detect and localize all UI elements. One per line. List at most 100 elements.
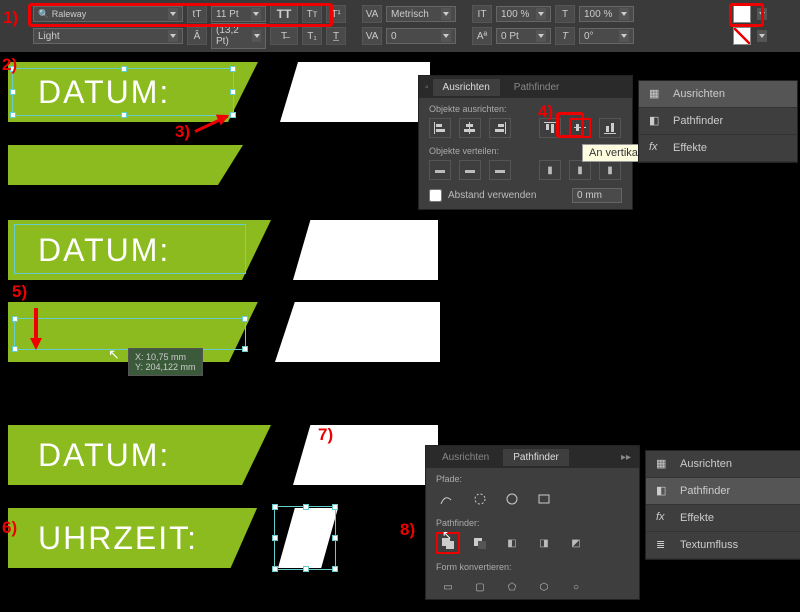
pf-tab-ausrichten[interactable]: Ausrichten (432, 449, 499, 466)
skew-dropdown[interactable]: 0° (579, 28, 634, 44)
shape-ellipse-icon[interactable]: ○ (564, 576, 588, 598)
stroke-swatch[interactable] (733, 27, 751, 45)
annotation-2: 2) (2, 55, 17, 75)
pf-tab-pathfinder[interactable]: Pathfinder (503, 449, 569, 466)
side2-textumfluss[interactable]: ≣Textumfluss (646, 532, 800, 559)
side2-pathfinder[interactable]: ◧Pathfinder (646, 478, 800, 505)
tab-ausrichten[interactable]: Ausrichten (433, 79, 500, 96)
baseline-value: 0 Pt (501, 31, 519, 42)
align-panel: ◦ Ausrichten Pathfinder Objekte ausricht… (418, 75, 633, 210)
coord-tooltip: X: 10,75 mm Y: 204,122 mm (128, 348, 203, 376)
kerning-dropdown[interactable]: Metrisch (386, 6, 456, 22)
leading-icon: Â (187, 27, 207, 45)
kerning-value: Metrisch (391, 9, 429, 20)
hscale-dropdown[interactable]: 100 % (579, 6, 634, 22)
tracking-dropdown[interactable]: 0 (386, 28, 456, 44)
strike-button[interactable]: T̶ (270, 27, 298, 45)
green-shape-4[interactable]: UHRZEIT: (8, 508, 273, 568)
pf-subtract-icon[interactable] (468, 532, 492, 554)
white-shape-3[interactable] (293, 425, 438, 485)
highlight-swatch (729, 3, 764, 27)
side-panel-1: ▦Ausrichten ◧Pathfinder fxEffekte (638, 80, 798, 163)
annotation-7: 7) (318, 425, 333, 445)
highlight-4 (556, 112, 584, 138)
path-reverse-icon[interactable] (532, 488, 556, 510)
shape-bevel-icon[interactable]: ⬠ (500, 576, 524, 598)
kerning-icon: VA (362, 5, 382, 23)
skew-value: 0° (584, 31, 594, 42)
vscale-dropdown[interactable]: 100 % (496, 6, 551, 22)
dist-left-icon[interactable]: ▮ (539, 160, 561, 180)
white-shape-1[interactable] (280, 62, 430, 122)
green-shape-3[interactable]: DATUM: (8, 425, 271, 485)
side-ausrichten[interactable]: ▦Ausrichten (639, 81, 797, 108)
font-weight-dropdown[interactable]: Light (33, 28, 183, 44)
pf-exclude-icon[interactable]: ◨ (532, 532, 556, 554)
shape-rect-icon[interactable]: ▭ (436, 576, 460, 598)
convert-shape-label: Form konvertieren: (436, 562, 629, 572)
pf-minus-back-icon[interactable]: ◩ (564, 532, 588, 554)
align-right-icon[interactable] (489, 118, 511, 138)
baseline-icon: Aª (472, 27, 492, 45)
vscale-icon: IT (472, 5, 492, 23)
hscale-value: 100 % (584, 9, 612, 20)
selection-frame-4[interactable] (274, 506, 336, 570)
annotation-4: 4) (538, 102, 553, 122)
dist-right-icon[interactable]: ▮ (599, 160, 621, 180)
align-objects-label: Objekte ausrichten: (429, 104, 622, 114)
tab-pathfinder[interactable]: Pathfinder (504, 79, 570, 96)
font-weight-value: Light (38, 31, 60, 42)
path-open-icon[interactable] (468, 488, 492, 510)
side-pathfinder[interactable]: ◧Pathfinder (639, 108, 797, 135)
side-effekte[interactable]: fxEffekte (639, 135, 797, 162)
pf-intersect-icon[interactable]: ◧ (500, 532, 524, 554)
annotation-6: 6) (2, 518, 17, 538)
tracking-value: 0 (391, 31, 397, 42)
dist-bottom-icon[interactable]: ▬ (489, 160, 511, 180)
coord-x: X: 10,75 mm (135, 352, 196, 362)
uhrzeit-text: UHRZEIT: (38, 520, 198, 557)
dist-vcenter-icon[interactable]: ▬ (459, 160, 481, 180)
highlight-1 (28, 3, 333, 27)
arrow-5 (30, 338, 42, 350)
hscale-icon: T (555, 5, 575, 23)
align-hcenter-icon[interactable] (459, 118, 481, 138)
use-spacing-checkbox[interactable] (429, 189, 442, 202)
spacing-value-input[interactable]: 0 mm (572, 188, 622, 203)
subscript-button[interactable]: T₁ (302, 27, 322, 45)
path-close-icon[interactable] (500, 488, 524, 510)
white-shape-2[interactable] (293, 220, 438, 280)
align-panel-tabs: ◦ Ausrichten Pathfinder (419, 76, 632, 98)
selection-frame-1[interactable] (12, 68, 234, 116)
cursor-icon: ↖ (108, 346, 120, 363)
annotation-3: 3) (175, 122, 190, 142)
underline-button[interactable]: T̲ (326, 27, 346, 45)
datum-text-3: DATUM: (38, 437, 170, 474)
shape-roundrect-icon[interactable]: ▢ (468, 576, 492, 598)
dist-hcenter-icon[interactable]: ▮ (569, 160, 591, 180)
side2-ausrichten[interactable]: ▦Ausrichten (646, 451, 800, 478)
path-join-icon[interactable] (436, 488, 460, 510)
panel-menu-icon[interactable]: ▸▸ (621, 452, 631, 463)
align-left-icon[interactable] (429, 118, 451, 138)
green-shape-1b[interactable] (8, 145, 258, 185)
cursor-icon-2: ↖ (442, 528, 452, 542)
shape-inverse-icon[interactable]: ⬡ (532, 576, 556, 598)
dist-top-icon[interactable]: ▬ (429, 160, 451, 180)
align-bottom-icon[interactable] (599, 118, 621, 138)
pf-tabs: Ausrichten Pathfinder ▸▸ (426, 446, 639, 468)
side-panel-2: ▦Ausrichten ◧Pathfinder fxEffekte ≣Textu… (645, 450, 800, 560)
selection-frame-2b[interactable] (14, 318, 246, 350)
pathfinder-label: Pathfinder: (436, 518, 629, 528)
pathfinder-panel: Ausrichten Pathfinder ▸▸ Pfade: Pathfind… (425, 445, 640, 600)
paths-label: Pfade: (436, 474, 629, 484)
side2-effekte[interactable]: fxEffekte (646, 505, 800, 532)
stroke-dropdown-arrow[interactable] (757, 30, 767, 42)
white-shape-2b[interactable] (275, 302, 440, 362)
annotation-5: 5) (12, 282, 27, 302)
use-spacing-label: Abstand verwenden (448, 190, 536, 201)
baseline-dropdown[interactable]: 0 Pt (496, 28, 551, 44)
leading-value: (13,2 Pt) (216, 25, 250, 47)
coord-y: Y: 204,122 mm (135, 362, 196, 372)
annotation-8: 8) (400, 520, 415, 540)
